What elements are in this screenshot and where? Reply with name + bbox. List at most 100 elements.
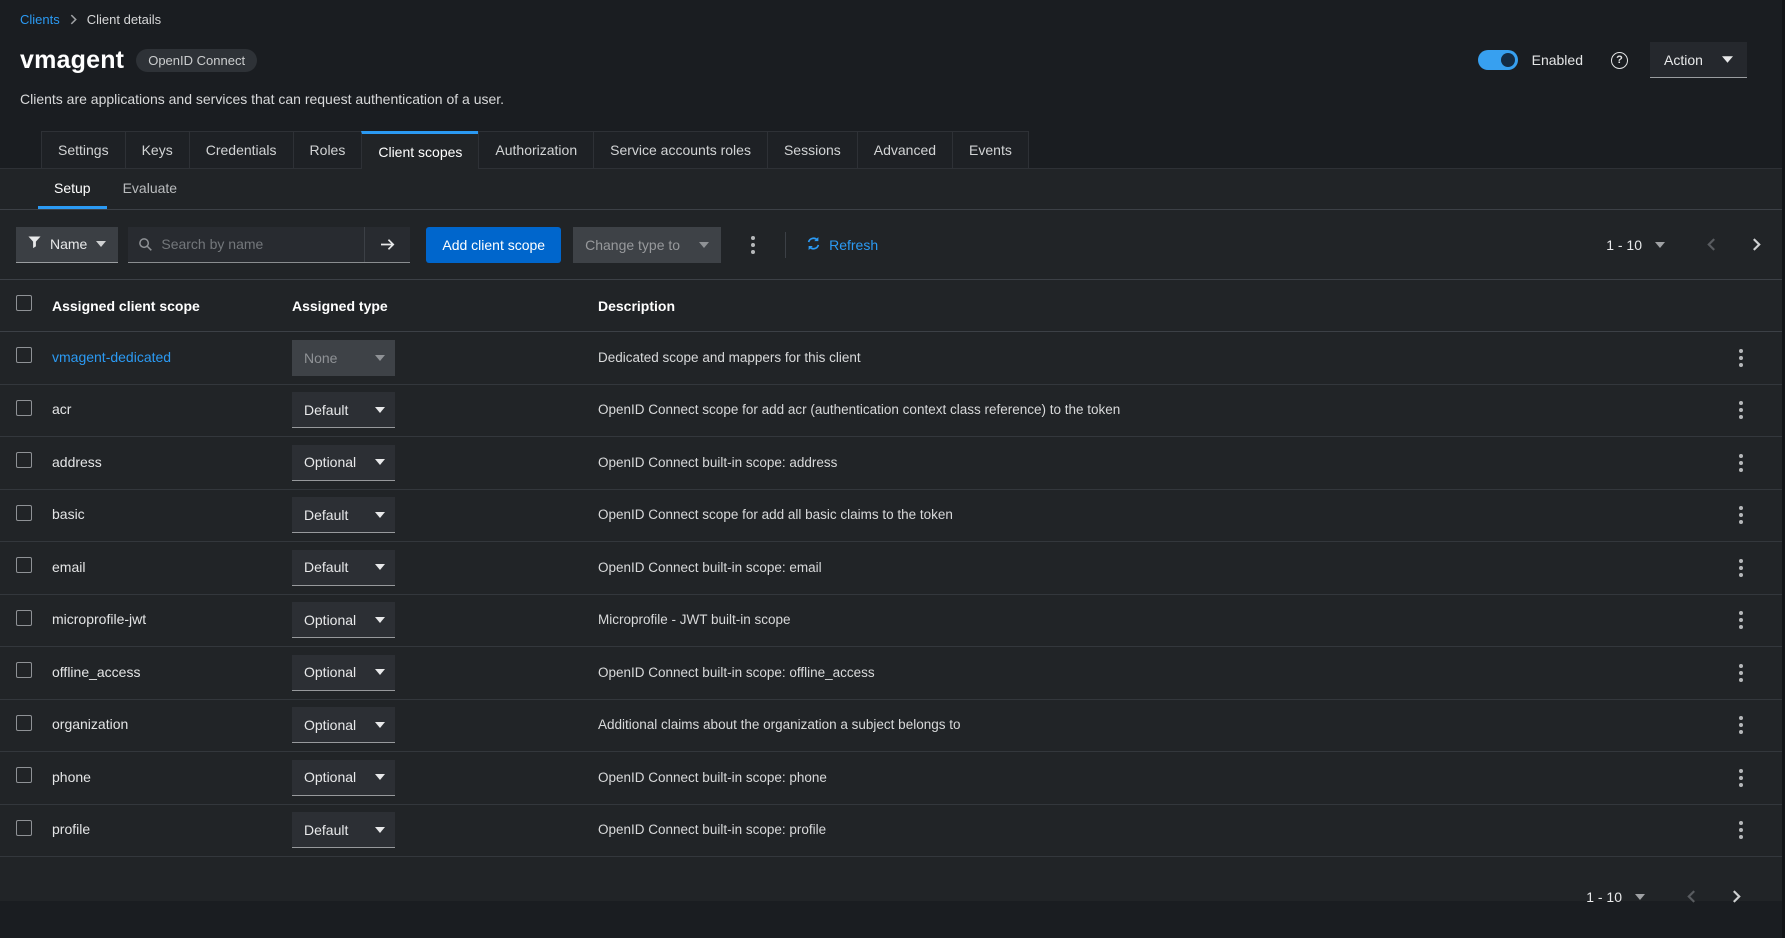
breadcrumb: Clients Client details: [20, 12, 1747, 27]
row-kebab-button[interactable]: [1731, 606, 1751, 635]
row-checkbox[interactable]: [16, 347, 32, 363]
scope-description: Additional claims about the organization…: [598, 717, 960, 732]
table-header-row: Assigned client scope Assigned type Desc…: [0, 280, 1785, 332]
row-checkbox[interactable]: [16, 767, 32, 783]
subtab-evaluate[interactable]: Evaluate: [107, 169, 193, 209]
search-input[interactable]: [161, 236, 364, 252]
change-type-label: Change type to: [585, 237, 680, 253]
refresh-button[interactable]: Refresh: [806, 236, 878, 254]
scope-name[interactable]: vmagent-dedicated: [52, 349, 171, 365]
tab-label: Sessions: [784, 142, 841, 158]
assigned-type-select: None: [292, 340, 395, 376]
row-checkbox[interactable]: [16, 400, 32, 416]
row-kebab-button[interactable]: [1731, 396, 1751, 425]
assigned-type-select[interactable]: Default: [292, 812, 395, 848]
client-details-page: Clients Client details vmagent OpenID Co…: [0, 0, 1785, 938]
row-checkbox[interactable]: [16, 557, 32, 573]
row-kebab-button[interactable]: [1731, 501, 1751, 530]
row-kebab-button[interactable]: [1731, 658, 1751, 687]
assigned-type-select[interactable]: Optional: [292, 707, 395, 743]
row-kebab-button[interactable]: [1731, 343, 1751, 372]
tab-sessions[interactable]: Sessions: [767, 131, 857, 169]
table-row: email Default OpenID Connect built-in sc…: [0, 542, 1785, 595]
row-checkbox[interactable]: [16, 820, 32, 836]
column-header-description: Description: [598, 298, 1713, 314]
tab-label: Authorization: [495, 142, 577, 158]
row-checkbox[interactable]: [16, 505, 32, 521]
tab-service-accounts-roles[interactable]: Service accounts roles: [593, 131, 767, 169]
chevron-down-icon: [375, 564, 385, 570]
tab-client-scopes[interactable]: Client scopes: [361, 131, 478, 169]
pagination-prev-button[interactable]: [1687, 890, 1696, 903]
table-row: phone Optional OpenID Connect built-in s…: [0, 752, 1785, 805]
scope-description: OpenID Connect built-in scope: phone: [598, 770, 827, 785]
scope-description: OpenID Connect built-in scope: profile: [598, 822, 826, 837]
tab-authorization[interactable]: Authorization: [478, 131, 593, 169]
row-checkbox[interactable]: [16, 610, 32, 626]
name-filter-dropdown[interactable]: Name: [16, 227, 118, 263]
tabbar-lead: [0, 131, 41, 169]
tab-label: Roles: [310, 142, 346, 158]
masthead: Clients Client details vmagent OpenID Co…: [0, 0, 1785, 107]
tab-credentials[interactable]: Credentials: [189, 131, 293, 169]
refresh-label: Refresh: [829, 237, 878, 253]
chevron-down-icon: [375, 355, 385, 361]
table-body: vmagent-dedicated None Dedicated scope a…: [0, 332, 1785, 857]
chevron-down-icon: [375, 722, 385, 728]
row-kebab-button[interactable]: [1731, 763, 1751, 792]
assigned-type-value: Optional: [304, 612, 356, 628]
toolbar-kebab-button[interactable]: [743, 230, 763, 259]
row-checkbox[interactable]: [16, 662, 32, 678]
row-kebab-button[interactable]: [1731, 711, 1751, 740]
bottom-bar: 1 - 10: [0, 857, 1785, 936]
assigned-type-select[interactable]: Default: [292, 550, 395, 586]
tab-keys[interactable]: Keys: [125, 131, 189, 169]
chevron-down-icon: [1655, 242, 1665, 248]
pagination-range-menu[interactable]: 1 - 10: [1606, 237, 1665, 253]
row-checkbox[interactable]: [16, 452, 32, 468]
assigned-type-value: Optional: [304, 717, 356, 733]
chevron-down-icon: [1635, 894, 1645, 900]
toolbar-divider: [785, 232, 786, 258]
chevron-down-icon: [375, 512, 385, 518]
chevron-down-icon: [375, 617, 385, 623]
assigned-type-select[interactable]: Optional: [292, 445, 395, 481]
row-checkbox[interactable]: [16, 715, 32, 731]
action-dropdown-label: Action: [1664, 52, 1703, 68]
subtab-setup[interactable]: Setup: [38, 169, 107, 209]
assigned-type-value: Optional: [304, 769, 356, 785]
pagination-bottom: 1 - 10: [1586, 889, 1741, 905]
subtabs: Setup Evaluate: [0, 169, 1785, 210]
filter-icon: [28, 236, 41, 252]
tab-roles[interactable]: Roles: [293, 131, 362, 169]
assigned-type-select[interactable]: Optional: [292, 602, 395, 638]
tab-label: Credentials: [206, 142, 277, 158]
pagination-prev-button[interactable]: [1707, 238, 1716, 251]
pagination-next-button[interactable]: [1732, 890, 1741, 903]
assigned-type-value: Optional: [304, 454, 356, 470]
row-kebab-button[interactable]: [1731, 816, 1751, 845]
tab-label: Keys: [142, 142, 173, 158]
chevron-down-icon: [375, 774, 385, 780]
search-submit-button[interactable]: [364, 227, 410, 262]
assigned-type-select[interactable]: Default: [292, 392, 395, 428]
assigned-type-select[interactable]: Default: [292, 497, 395, 533]
tab-settings[interactable]: Settings: [41, 131, 125, 169]
row-kebab-button[interactable]: [1731, 448, 1751, 477]
assigned-type-select[interactable]: Optional: [292, 655, 395, 691]
add-client-scope-button[interactable]: Add client scope: [426, 227, 561, 263]
action-dropdown[interactable]: Action: [1650, 42, 1747, 78]
tab-events[interactable]: Events: [952, 131, 1029, 169]
help-icon[interactable]: ?: [1611, 52, 1628, 69]
row-kebab-button[interactable]: [1731, 553, 1751, 582]
pagination-next-button[interactable]: [1752, 238, 1761, 251]
assigned-type-select[interactable]: Optional: [292, 760, 395, 796]
pagination-range-menu[interactable]: 1 - 10: [1586, 889, 1645, 905]
breadcrumb-clients-link[interactable]: Clients: [20, 12, 60, 27]
breadcrumb-chevron-icon: [70, 14, 77, 25]
tab-advanced[interactable]: Advanced: [857, 131, 952, 169]
title-row: vmagent OpenID Connect Enabled ? Action: [20, 42, 1747, 78]
chevron-down-icon: [375, 407, 385, 413]
enabled-toggle[interactable]: [1478, 50, 1518, 70]
select-all-checkbox[interactable]: [16, 295, 32, 311]
